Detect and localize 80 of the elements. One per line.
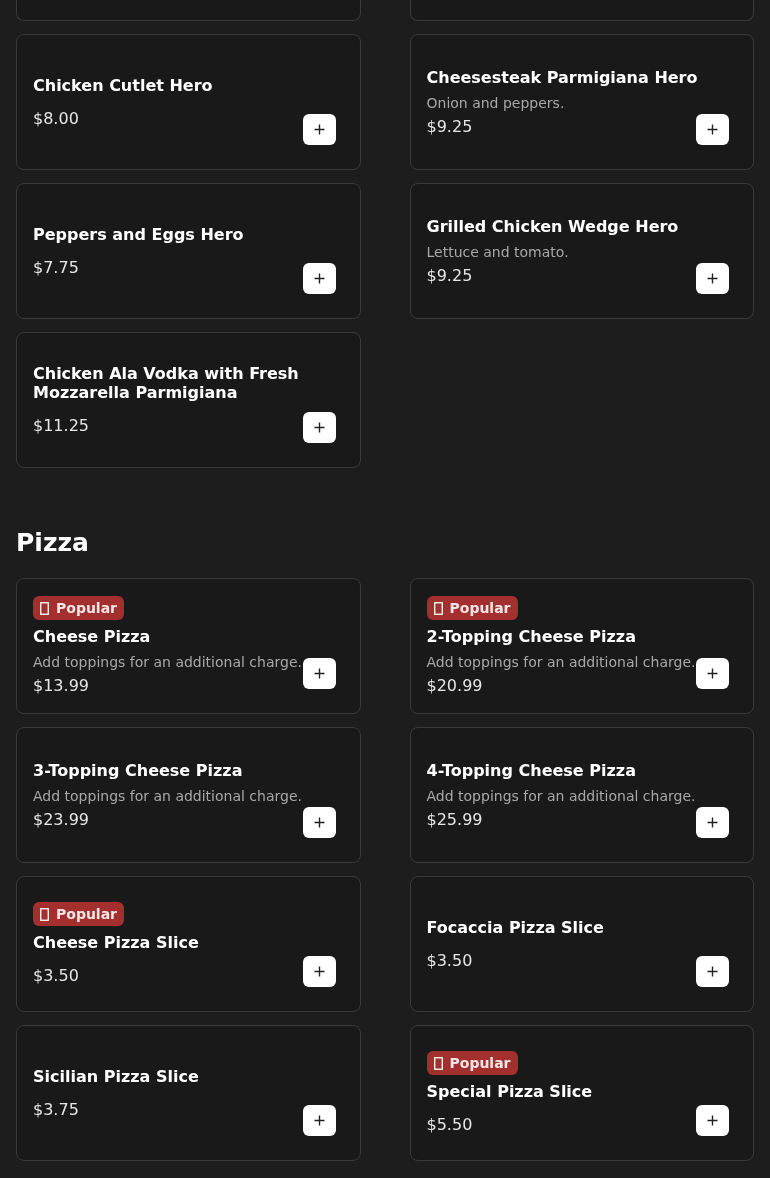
item-description: Add toppings for an additional charge.	[33, 653, 302, 671]
menu-item-card[interactable]: Cheesesteak Parmigiana Hero Onion and peppers. $9.25	[409, 34, 754, 170]
item-price: $8.00	[33, 108, 79, 129]
add-button[interactable]	[696, 263, 729, 294]
add-button[interactable]	[302, 114, 336, 145]
badge-label: Popular	[449, 598, 511, 618]
item-name: 2-Topping Cheese Pizza	[426, 627, 637, 646]
missing-glyph-icon	[433, 1056, 443, 1070]
item-price: $20.99	[426, 676, 483, 696]
item-name: Chicken Ala Vodka with Fresh Mozzarella Parmigiana	[33, 364, 300, 402]
add-button[interactable]	[696, 114, 729, 145]
plus-icon	[313, 124, 325, 135]
add-button[interactable]	[696, 807, 729, 838]
item-name: Cheese Pizza Slice	[33, 933, 200, 952]
item-name: Peppers and Eggs Hero	[33, 224, 245, 244]
plus-icon	[313, 1115, 325, 1126]
add-button[interactable]	[302, 263, 336, 294]
item-name: Sicilian Pizza Slice	[33, 1066, 200, 1086]
item-price: $9.25	[426, 116, 473, 137]
add-button[interactable]	[302, 1105, 336, 1136]
plus-icon	[313, 273, 325, 284]
menu-item-card[interactable]: Chicken Ala Vodka with Fresh Mozzarella Parmigiana $11.25	[16, 332, 361, 468]
menu-item-card[interactable]: Popular Cheese Pizza Slice $3.50	[16, 876, 361, 1012]
plus-icon	[707, 966, 718, 977]
item-price: $7.75	[33, 257, 79, 278]
item-price: $3.50	[426, 950, 473, 971]
badge-label: Popular	[449, 1053, 511, 1073]
item-description: Add toppings for an additional charge.	[426, 653, 696, 671]
menu-item-card[interactable]: Popular 2-Topping Cheese Pizza Add toppings for an additional charge. $20.99	[409, 578, 754, 714]
add-button[interactable]	[302, 412, 336, 443]
plus-icon	[707, 668, 718, 679]
menu-item-card[interactable]: Focaccia Pizza Slice $3.50	[409, 876, 754, 1012]
plus-icon	[313, 422, 325, 433]
missing-glyph-icon	[433, 601, 443, 615]
plus-icon	[313, 966, 325, 977]
item-name: 3-Topping Cheese Pizza	[33, 760, 244, 780]
add-button[interactable]	[696, 1105, 729, 1136]
missing-glyph-icon	[40, 601, 49, 615]
item-price: $13.99	[33, 676, 89, 696]
missing-glyph-icon	[40, 907, 49, 921]
add-button[interactable]	[302, 807, 336, 838]
menu-item-card[interactable]: Grilled Chicken Wedge Hero Lettuce and tomato. $9.25	[409, 183, 754, 319]
plus-icon	[707, 1115, 718, 1126]
item-price: $3.75	[33, 1099, 79, 1120]
menu-item-card[interactable]: Peppers and Eggs Hero $7.75	[16, 183, 361, 319]
plus-icon	[707, 273, 718, 284]
menu-item-card[interactable]: Popular Cheese Pizza Add toppings for an additional charge. $13.99	[16, 578, 361, 714]
item-price: $5.50	[426, 1115, 473, 1135]
item-price: $23.99	[33, 809, 89, 830]
section-heading: Pizza	[16, 527, 90, 559]
plus-icon	[313, 817, 325, 828]
menu-item-card[interactable]: Sicilian Pizza Slice $3.75	[16, 1025, 361, 1161]
item-description: Onion and peppers.	[426, 93, 565, 112]
add-button[interactable]	[302, 956, 336, 987]
item-name: Chicken Cutlet Hero	[33, 75, 214, 95]
item-description: Add toppings for an additional charge.	[33, 786, 302, 805]
item-name: Special Pizza Slice	[426, 1082, 594, 1101]
plus-icon	[313, 668, 325, 679]
item-price: $25.99	[426, 809, 483, 830]
badge-label: Popular	[56, 904, 118, 924]
menu-item-card[interactable]: Chicken Cutlet Hero $8.00	[16, 34, 361, 170]
menu-item-card[interactable]: 3-Topping Cheese Pizza Add toppings for an additional charge. $23.99	[16, 727, 361, 863]
item-price: $3.50	[33, 966, 79, 986]
item-name: 4-Topping Cheese Pizza	[426, 760, 637, 780]
item-name: Grilled Chicken Wedge Hero	[426, 216, 680, 236]
item-description: Add toppings for an additional charge.	[426, 786, 696, 805]
item-description: Lettuce and tomato.	[426, 242, 569, 261]
item-name: Cheese Pizza	[33, 627, 152, 646]
add-button[interactable]	[696, 658, 729, 689]
item-name: Focaccia Pizza Slice	[426, 917, 605, 937]
badge-label: Popular	[56, 598, 118, 618]
menu-item-card[interactable]: 4-Topping Cheese Pizza Add toppings for an additional charge. $25.99	[409, 727, 754, 863]
add-button[interactable]	[302, 658, 336, 689]
plus-icon	[707, 817, 718, 828]
item-name: Cheesesteak Parmigiana Hero	[426, 67, 699, 87]
menu-item-card[interactable]: Popular Special Pizza Slice $5.50	[409, 1025, 754, 1161]
item-price: $11.25	[33, 416, 89, 436]
item-price: $9.25	[426, 265, 473, 286]
plus-icon	[707, 124, 718, 135]
add-button[interactable]	[696, 956, 729, 987]
